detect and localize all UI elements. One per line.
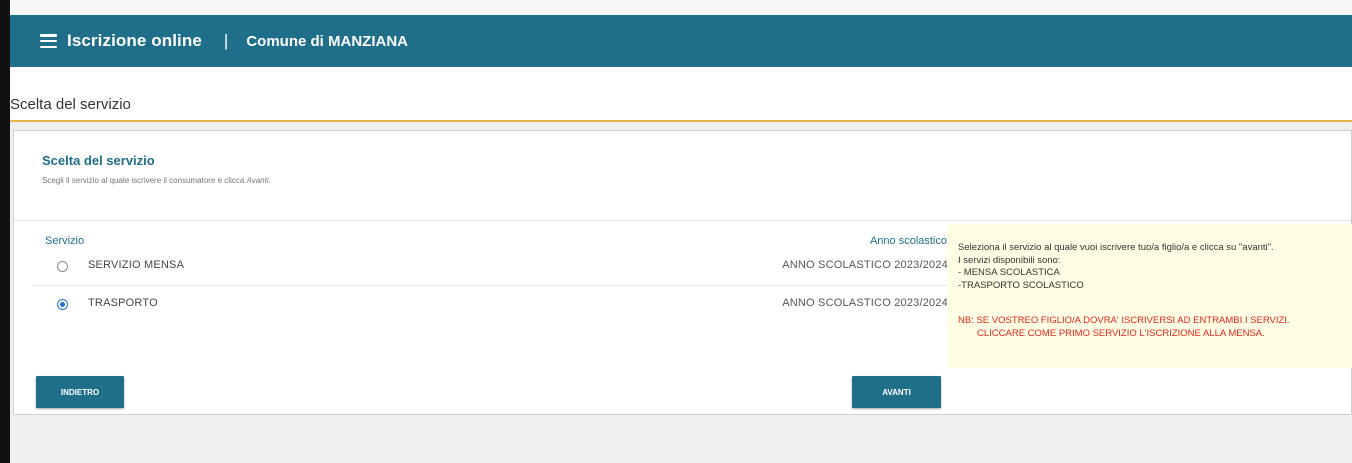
radio-mensa[interactable] <box>57 261 68 272</box>
top-navbar: Iscrizione online | Comune di MANZIANA <box>10 15 1352 67</box>
column-header-school-year: Anno scolastico <box>869 235 947 247</box>
page-header: Scelta del servizio <box>10 67 1352 122</box>
card-divider <box>14 220 1351 221</box>
window-left-edge <box>0 0 10 463</box>
info-line: Seleziona il servizio al quale vuoi iscr… <box>958 242 1274 253</box>
next-button[interactable]: AVANTI <box>852 376 941 408</box>
service-name: SERVIZIO MENSA <box>88 259 185 271</box>
info-line: -TRASPORTO SCOLASTICO <box>958 279 1084 291</box>
service-year: ANNO SCOLASTICO 2023/2024 <box>782 259 948 271</box>
radio-trasporto[interactable] <box>57 299 68 310</box>
page-title: Scelta del servizio <box>10 96 131 113</box>
service-selection-card: Scelta del servizio Scegli il servizio a… <box>13 130 1352 415</box>
app-title[interactable]: Iscrizione online <box>67 31 202 51</box>
row-divider <box>32 285 948 286</box>
card-subtitle: Scegli il servizio al quale iscrivere il… <box>42 176 271 185</box>
info-line: - MENSA SCOLASTICA <box>958 267 1060 278</box>
service-option-mensa[interactable]: SERVIZIO MENSA ANNO SCOLASTICO 2023/2024 <box>32 258 948 278</box>
info-panel: Seleziona il servizio al quale vuoi iscr… <box>947 224 1352 368</box>
card-title: Scelta del servizio <box>42 153 155 168</box>
top-margin <box>10 0 1352 15</box>
info-warning: NB: SE VOSTREO FIGLIO/A DOVRA' ISCRIVERS… <box>958 315 1290 326</box>
hamburger-menu-icon[interactable] <box>40 34 57 48</box>
info-warning: CLICCARE COME PRIMO SERVIZIO L'ISCRIZION… <box>977 327 1265 339</box>
service-option-trasporto[interactable]: TRASPORTO ANNO SCOLASTICO 2023/2024 <box>32 296 948 316</box>
service-year: ANNO SCOLASTICO 2023/2024 <box>782 297 948 309</box>
column-header-service: Servizio <box>45 235 85 247</box>
service-name: TRASPORTO <box>88 297 158 309</box>
back-button[interactable]: INDIETRO <box>36 376 124 408</box>
title-separator: | <box>223 31 229 50</box>
info-line: I servizi disponibili sono: <box>958 254 1061 266</box>
comune-name: Comune di MANZIANA <box>246 32 408 50</box>
